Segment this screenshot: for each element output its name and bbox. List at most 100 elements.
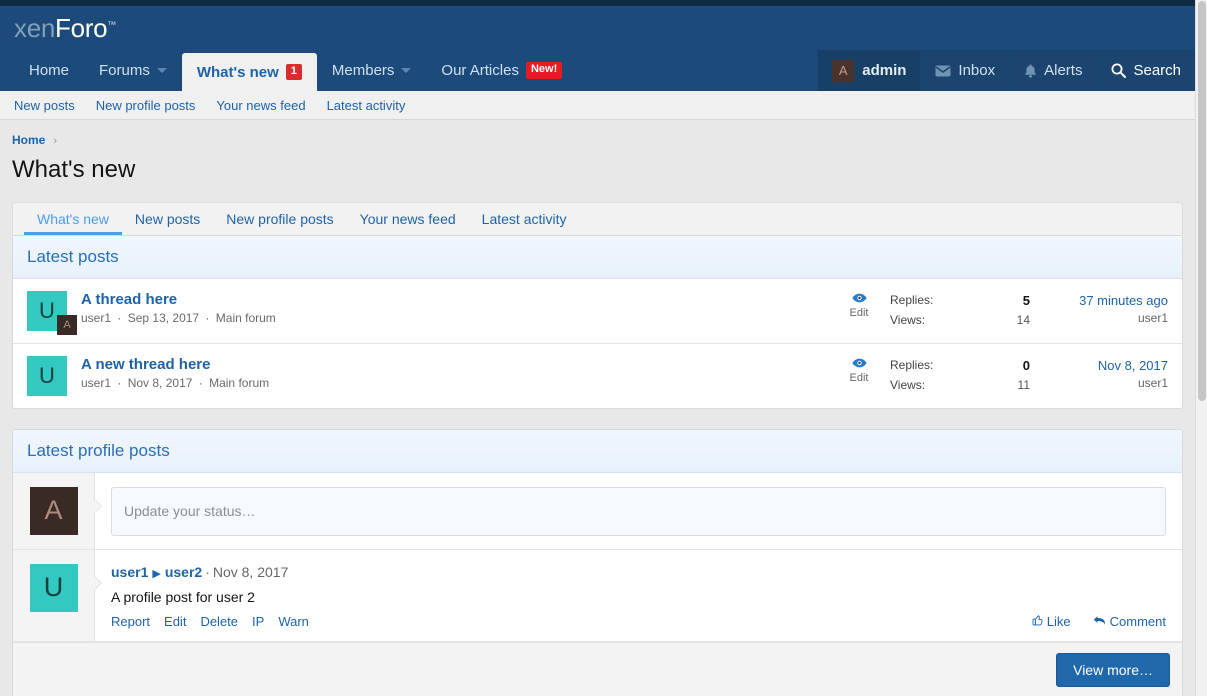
scrollbar-thumb[interactable] <box>1198 1 1206 401</box>
profile-post-ip-link[interactable]: IP <box>252 614 264 629</box>
thread-info: A new thread here user1 · Nov 8, 2017 · … <box>81 356 838 390</box>
thread-last-date[interactable]: Nov 8, 2017 <box>1038 356 1168 376</box>
list-item: U user1▶user2·Nov 8, 2017 A profile post… <box>13 550 1182 642</box>
stat-replies-value: 0 <box>1023 356 1030 376</box>
envelope-icon <box>935 65 951 77</box>
status-input[interactable] <box>111 487 1166 536</box>
nav-item-our-articles-label: Our Articles <box>441 62 519 79</box>
profile-post-warn-link[interactable]: Warn <box>278 614 309 629</box>
thread-last-user[interactable]: user1 <box>1038 310 1168 327</box>
thread-edit-label[interactable]: Edit <box>838 372 880 384</box>
tab-whats-new[interactable]: What's new <box>24 203 122 235</box>
stat-replies-value: 5 <box>1023 291 1030 311</box>
profile-post-text: A profile post for user 2 <box>111 589 1166 605</box>
profile-post-footer: Report Edit Delete IP Warn Like <box>111 614 1166 629</box>
profile-post-delete-link[interactable]: Delete <box>200 614 238 629</box>
breadcrumb-item-home[interactable]: Home <box>12 133 45 147</box>
avatar[interactable]: U <box>30 564 78 612</box>
breadcrumb: Home › <box>12 120 1183 150</box>
meta-dot: · <box>205 564 210 580</box>
avatar[interactable]: U <box>27 356 67 396</box>
nav-primary-items: Home Forums What's new 1 Members Our Art… <box>0 50 577 91</box>
tab-new-posts[interactable]: New posts <box>122 203 213 235</box>
meta-dot: · <box>114 376 125 390</box>
nav-inbox[interactable]: Inbox <box>920 50 1009 91</box>
thread-author[interactable]: user1 <box>81 311 111 325</box>
avatar-overlay-badge: A <box>57 315 77 335</box>
profile-post-to-user[interactable]: user2 <box>165 564 202 580</box>
stat-replies: Replies: 5 <box>890 291 1030 311</box>
profile-post-report-link[interactable]: Report <box>111 614 150 629</box>
tab-latest-activity[interactable]: Latest activity <box>469 203 580 235</box>
nav-search[interactable]: Search <box>1096 50 1195 91</box>
thread-edit-control[interactable]: Edit <box>838 291 880 319</box>
nav-item-whats-new[interactable]: What's new 1 <box>182 53 317 91</box>
thread-avatar-group: U A <box>27 291 67 331</box>
nav-alerts-label: Alerts <box>1044 62 1082 79</box>
thread-title-link[interactable]: A new thread here <box>81 356 210 373</box>
nav-item-our-articles[interactable]: Our Articles New! <box>426 50 577 91</box>
thread-edit-control[interactable]: Edit <box>838 356 880 384</box>
profile-post-edit-link[interactable]: Edit <box>164 614 186 629</box>
breadcrumb-separator: › <box>53 135 57 147</box>
profile-post-from-user[interactable]: user1 <box>111 564 148 580</box>
thread-edit-label[interactable]: Edit <box>838 307 880 319</box>
latest-posts-heading: Latest posts <box>13 236 1182 279</box>
subnav-item-new-profile-posts[interactable]: New profile posts <box>96 98 196 113</box>
thread-last-post: 37 minutes ago user1 <box>1038 291 1168 328</box>
thread-meta: user1 · Nov 8, 2017 · Main forum <box>81 376 838 390</box>
main-navigation: Home Forums What's new 1 Members Our Art… <box>0 50 1195 91</box>
thread-title-link[interactable]: A thread here <box>81 291 177 308</box>
thread-stats: Replies: 5 Views: 14 <box>890 291 1030 330</box>
latest-posts-block: Latest posts U A A thread here user1 · S… <box>12 235 1183 409</box>
search-icon <box>1111 63 1126 78</box>
logo-text-xen: xen <box>14 13 55 43</box>
latest-profile-posts-heading: Latest profile posts <box>13 430 1182 473</box>
status-composer-row: A <box>13 473 1182 550</box>
subnav-item-your-news-feed[interactable]: Your news feed <box>216 98 305 113</box>
composer-content <box>95 473 1182 549</box>
thread-author[interactable]: user1 <box>81 376 111 390</box>
stat-views-label: Views: <box>890 311 925 330</box>
nav-item-forums[interactable]: Forums <box>84 50 182 91</box>
thread-forum[interactable]: Main forum <box>216 311 276 325</box>
thread-last-date[interactable]: 37 minutes ago <box>1038 291 1168 311</box>
meta-dot: · <box>195 376 206 390</box>
comment-button[interactable]: Comment <box>1093 614 1166 629</box>
nav-item-whats-new-label: What's new <box>197 64 279 81</box>
thread-forum[interactable]: Main forum <box>209 376 269 390</box>
thread-last-user[interactable]: user1 <box>1038 375 1168 392</box>
nav-whats-new-count-badge: 1 <box>286 64 302 80</box>
site-logo[interactable]: xenForo™ <box>14 15 116 41</box>
view-more-button[interactable]: View more… <box>1056 653 1170 687</box>
table-row: U A A thread here user1 · Sep 13, 2017 ·… <box>13 279 1182 344</box>
like-button[interactable]: Like <box>1031 614 1071 629</box>
tab-your-news-feed[interactable]: Your news feed <box>347 203 469 235</box>
subnav-item-latest-activity[interactable]: Latest activity <box>327 98 406 113</box>
nav-visitor-menu[interactable]: A admin <box>817 50 920 91</box>
nav-search-label: Search <box>1133 62 1181 79</box>
stat-views-value: 11 <box>1018 376 1030 395</box>
nav-item-home[interactable]: Home <box>14 50 84 91</box>
page-scrollbar[interactable] <box>1195 0 1207 696</box>
like-label: Like <box>1047 614 1071 629</box>
speech-arrow-icon <box>94 499 101 513</box>
profile-posts-footer: View more… <box>13 642 1182 696</box>
stat-replies: Replies: 0 <box>890 356 1030 376</box>
thumbs-up-icon <box>1031 614 1043 629</box>
nav-alerts[interactable]: Alerts <box>1009 50 1096 91</box>
nav-item-members[interactable]: Members <box>317 50 427 91</box>
eye-icon <box>838 292 880 305</box>
chevron-down-icon <box>157 68 167 73</box>
subnav-item-new-posts[interactable]: New posts <box>14 98 75 113</box>
stat-views-value: 14 <box>1017 311 1030 330</box>
stat-replies-label: Replies: <box>890 356 933 376</box>
meta-dot: · <box>114 311 125 325</box>
thread-last-post: Nov 8, 2017 user1 <box>1038 356 1168 393</box>
nav-our-articles-new-badge: New! <box>526 62 562 79</box>
tab-new-profile-posts[interactable]: New profile posts <box>213 203 346 235</box>
stat-views: Views: 11 <box>890 376 1030 395</box>
avatar[interactable]: A <box>30 487 78 535</box>
profile-post-avatar-cell: U <box>13 550 95 641</box>
reply-arrow-icon <box>1093 614 1106 629</box>
